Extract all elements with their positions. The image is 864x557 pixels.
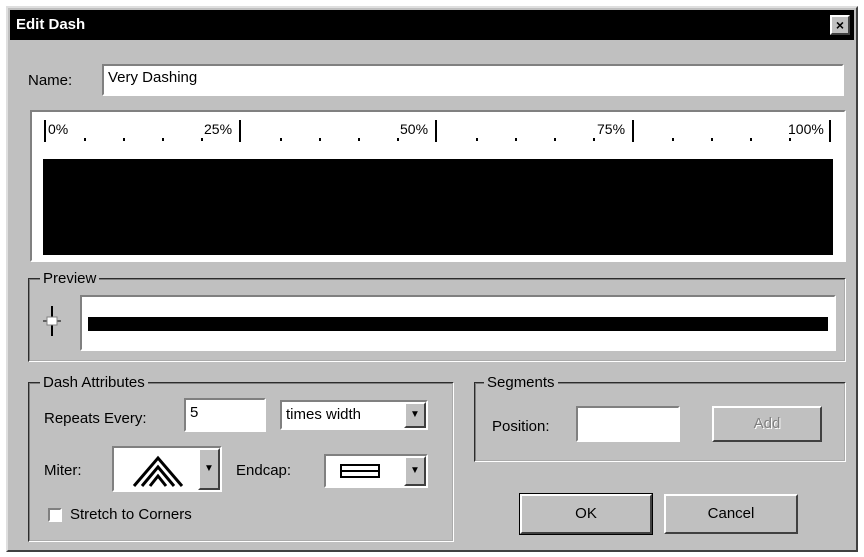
position-input[interactable] [576, 406, 680, 442]
dash-editor[interactable]: 0% 25% 50% 75% 100% [30, 110, 846, 262]
unit-dropdown-button[interactable]: ▼ [404, 402, 426, 428]
chevron-down-icon: ▼ [410, 409, 420, 420]
ruler-major-tick [435, 120, 437, 142]
endcap-dropdown-button[interactable]: ▼ [404, 456, 426, 486]
unit-select[interactable]: times width ▼ [280, 400, 428, 430]
ruler-minor-tick [280, 138, 282, 141]
segments-title: Segments [484, 374, 558, 392]
stretch-to-corners-label: Stretch to Corners [70, 506, 192, 523]
ruler-label: 75% [597, 121, 626, 137]
ruler-minor-tick [319, 138, 321, 141]
ruler-major-tick [239, 120, 241, 142]
close-icon: × [835, 17, 845, 33]
ruler-minor-tick [672, 138, 674, 141]
ruler-minor-tick [476, 138, 478, 141]
ruler-major-tick [632, 120, 634, 142]
endcap-style-icon [340, 464, 380, 478]
ruler-label: 100% [788, 121, 824, 137]
window-title: Edit Dash [16, 16, 86, 33]
ruler-minor-tick [162, 138, 164, 141]
chevron-down-icon: ▼ [204, 463, 214, 474]
ruler-major-tick [44, 120, 46, 142]
ruler-minor-tick [84, 138, 86, 141]
ok-button[interactable]: OK [519, 493, 653, 535]
ruler-major-tick [829, 120, 831, 142]
edit-dash-dialog: Edit Dash × Name: Very Dashing 0% 25% 50… [6, 6, 858, 552]
close-button[interactable]: × [830, 15, 850, 35]
ruler-minor-tick [711, 138, 713, 141]
preview-group-title: Preview [40, 270, 100, 288]
preview-dash-line [88, 317, 828, 331]
miter-label: Miter: [44, 462, 82, 479]
name-input[interactable]: Very Dashing [102, 64, 844, 96]
miter-select[interactable]: ▼ [112, 446, 222, 492]
dash-segment-bar[interactable] [43, 159, 833, 255]
stretch-to-corners-checkbox[interactable] [48, 508, 62, 522]
repeats-every-input[interactable]: 5 [184, 398, 266, 432]
title-bar[interactable]: Edit Dash × [10, 10, 854, 40]
ruler-minor-tick [750, 138, 752, 141]
miter-dropdown-button[interactable]: ▼ [198, 448, 220, 490]
ruler-minor-tick [358, 138, 360, 141]
chevron-down-icon: ▼ [410, 465, 420, 476]
cancel-button-label: Cancel [707, 505, 755, 522]
add-button-label: Add [753, 415, 781, 432]
ruler-minor-tick [201, 138, 203, 141]
repeats-every-value: 5 [190, 404, 199, 421]
ruler-minor-tick [789, 138, 791, 141]
preview-handle-icon[interactable] [40, 304, 64, 338]
name-value: Very Dashing [108, 69, 198, 86]
miter-join-icon [130, 452, 186, 488]
dash-attributes-title: Dash Attributes [40, 374, 148, 392]
cancel-button[interactable]: Cancel [664, 494, 798, 534]
endcap-label: Endcap: [236, 462, 292, 479]
position-label: Position: [492, 418, 550, 435]
ruler-minor-tick [593, 138, 595, 141]
preview-box [80, 295, 836, 351]
unit-selected-value: times width [286, 406, 362, 423]
ruler-minor-tick [554, 138, 556, 141]
ruler-label: 25% [204, 121, 233, 137]
ok-button-label: OK [575, 505, 597, 522]
ruler-minor-tick [515, 138, 517, 141]
repeats-every-label: Repeats Every: [44, 410, 147, 427]
percent-ruler: 0% 25% 50% 75% 100% [32, 112, 844, 152]
ruler-label: 0% [48, 121, 69, 137]
name-label: Name: [28, 72, 73, 89]
add-button[interactable]: Add [712, 406, 822, 442]
ruler-label: 50% [400, 121, 429, 137]
endcap-select[interactable]: ▼ [324, 454, 428, 488]
ruler-minor-tick [397, 138, 399, 141]
ruler-minor-tick [123, 138, 125, 141]
